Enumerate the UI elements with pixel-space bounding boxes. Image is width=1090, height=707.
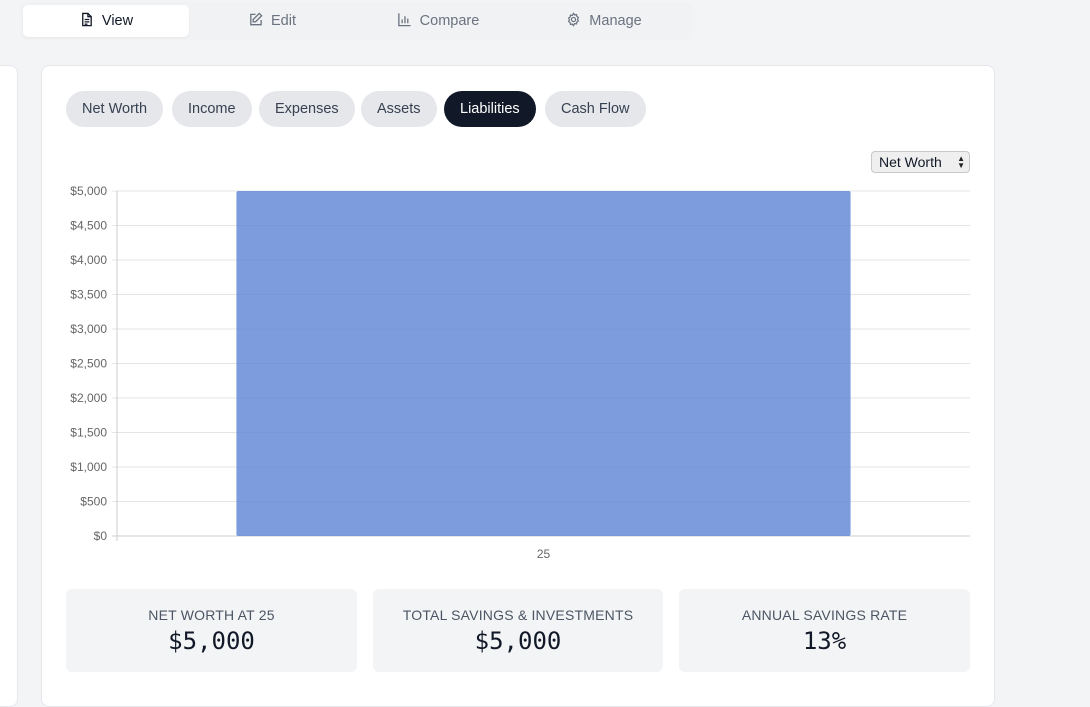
y-tick-label: $2,500 [70, 357, 107, 371]
tab-view-label: View [101, 13, 134, 29]
stat-label: TOTAL SAVINGS & INVESTMENTS [402, 607, 634, 623]
left-panel [0, 65, 18, 707]
chart-bars [236, 191, 851, 536]
chart-card: Net Worth Income Expenses Assets Liabili… [41, 65, 995, 707]
bar-chart-icon [397, 12, 412, 31]
tab-compare[interactable]: Compare [355, 5, 521, 37]
stat-card-savings-rate: ANNUAL SAVINGS RATE 13% [679, 589, 970, 672]
bar-25[interactable] [236, 191, 851, 536]
stat-card-net-worth: NET WORTH AT 25 $5,000 [66, 589, 357, 672]
tab-edit-label: Edit [271, 13, 296, 29]
stat-label: ANNUAL SAVINGS RATE [741, 607, 908, 623]
x-tick-label: 25 [537, 547, 551, 561]
tab-edit[interactable]: Edit [189, 5, 355, 37]
tab-manage-label: Manage [589, 13, 642, 29]
y-tick-label: $5,000 [70, 184, 107, 198]
tab-compare-label: Compare [419, 13, 480, 29]
y-tick-label: $3,000 [70, 322, 107, 336]
y-tick-label: $2,000 [70, 391, 107, 405]
y-tick-label: $4,000 [70, 253, 107, 267]
y-tick-label: $4,500 [70, 219, 107, 233]
tab-view[interactable]: View [23, 5, 189, 37]
document-icon [79, 12, 94, 31]
y-tick-label: $1,000 [70, 460, 107, 474]
stat-value: 13% [802, 627, 847, 655]
gear-icon [566, 11, 581, 31]
stat-label: NET WORTH AT 25 [148, 607, 275, 623]
y-tick-label: $0 [94, 529, 108, 543]
bar-chart: $0 $500 $1,000 $1,500 $2,000 $2,500 $3,000 $3,5… [70, 184, 970, 561]
y-tick-label: $500 [80, 495, 107, 509]
tab-manage[interactable]: Manage [521, 5, 687, 37]
y-tick-label: $3,500 [70, 288, 107, 302]
x-axis: 25 [537, 547, 551, 561]
stat-value: $5,000 [168, 627, 255, 655]
main-tab-bar: View Edit Compare Manage [20, 2, 692, 40]
edit-icon [248, 11, 263, 31]
y-axis: $0 $500 $1,000 $1,500 $2,000 $2,500 $3,000 $3,5… [70, 184, 118, 543]
stat-value: $5,000 [474, 627, 562, 655]
stat-card-total-savings: TOTAL SAVINGS & INVESTMENTS $5,000 [373, 589, 663, 672]
y-tick-label: $1,500 [70, 426, 107, 440]
